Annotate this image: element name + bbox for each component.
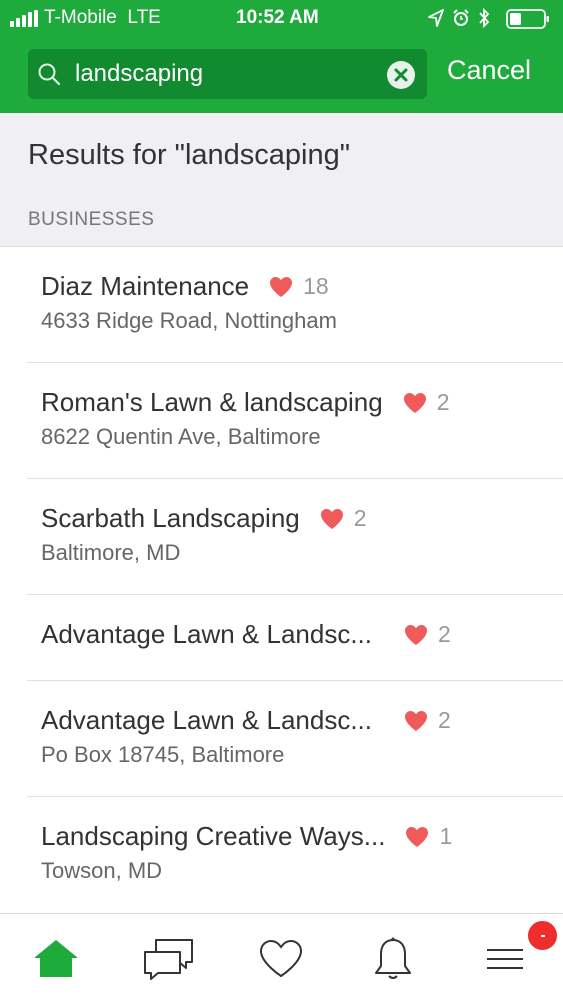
business-name: Advantage Lawn & Landsc... — [41, 619, 373, 649]
business-name: Advantage Lawn & Landsc... — [41, 705, 373, 735]
status-bar: T-Mobile LTE 10:52 AM — [0, 0, 563, 36]
results-header: Results for "landscaping" BUSINESSES — [0, 113, 563, 247]
heart-icon — [405, 710, 428, 731]
like-count: 2 — [438, 621, 451, 647]
results-title: Results for "landscaping" — [28, 139, 351, 171]
heart-icon — [270, 276, 293, 297]
heart-icon — [403, 392, 426, 413]
list-item[interactable]: Roman's Lawn & landscaping 2 8622 Quenti… — [0, 363, 563, 479]
business-address: 8622 Quentin Ave, Baltimore — [41, 424, 321, 449]
cancel-button[interactable]: Cancel — [447, 55, 531, 86]
like-count: 2 — [353, 505, 367, 531]
carrier-label: T-Mobile LTE — [44, 7, 161, 29]
nav-menu[interactable] — [481, 936, 533, 982]
bottom-nav — [0, 913, 563, 1000]
like-count: 18 — [303, 273, 329, 299]
heart-icon — [320, 508, 343, 529]
business-name: Roman's Lawn & landscaping — [41, 387, 383, 417]
business-name: Diaz Maintenance — [41, 271, 250, 301]
list-item[interactable]: Advantage Lawn & Landsc... 2 — [0, 595, 563, 681]
search-icon — [38, 63, 61, 86]
heart-icon — [259, 939, 303, 978]
like-count: 2 — [438, 707, 451, 733]
clear-search-button[interactable] — [387, 61, 415, 89]
business-address: Po Box 18745, Baltimore — [41, 742, 285, 767]
business-address: Towson, MD — [41, 858, 163, 883]
carrier-name: T-Mobile — [44, 7, 117, 28]
location-arrow-icon — [428, 9, 444, 27]
home-icon — [34, 940, 78, 977]
menu-icon — [487, 949, 523, 969]
like-count: 2 — [436, 389, 450, 415]
battery-icon — [506, 9, 549, 29]
notification-badge — [527, 920, 558, 951]
nav-home[interactable] — [30, 936, 82, 982]
chat-icon — [144, 939, 193, 980]
list-item[interactable]: Scarbath Landscaping 2 Baltimore, MD — [0, 479, 563, 595]
list-item[interactable]: Landscaping Creative Ways... 1 Towson, M… — [0, 797, 563, 913]
nav-messages[interactable] — [142, 936, 194, 982]
signal-strength-icon — [10, 10, 38, 27]
business-address: 4633 Ridge Road, Nottingham — [41, 308, 337, 333]
bell-icon — [375, 937, 411, 979]
search-input[interactable] — [75, 49, 395, 99]
nav-favorites[interactable] — [257, 936, 309, 982]
search-bar[interactable] — [28, 49, 427, 99]
section-label-businesses: BUSINESSES — [28, 209, 155, 230]
business-address: Baltimore, MD — [41, 540, 181, 565]
business-name: Landscaping Creative Ways... — [41, 821, 386, 851]
alarm-icon — [453, 9, 469, 26]
like-count: 1 — [439, 823, 453, 849]
nav-notifications[interactable] — [367, 936, 419, 982]
app-header: T-Mobile LTE 10:52 AM Cancel — [0, 0, 563, 113]
network-type: LTE — [127, 7, 161, 28]
clock: 10:52 AM — [236, 7, 319, 28]
list-item[interactable]: Diaz Maintenance 18 4633 Ridge Road, Not… — [0, 247, 563, 363]
business-name: Scarbath Landscaping — [41, 503, 300, 533]
heart-icon — [405, 624, 428, 645]
bluetooth-icon — [479, 8, 490, 28]
status-icons — [428, 8, 490, 28]
close-icon — [394, 68, 408, 82]
list-item[interactable]: Advantage Lawn & Landsc... 2 Po Box 1874… — [0, 681, 563, 797]
heart-icon — [406, 826, 429, 847]
